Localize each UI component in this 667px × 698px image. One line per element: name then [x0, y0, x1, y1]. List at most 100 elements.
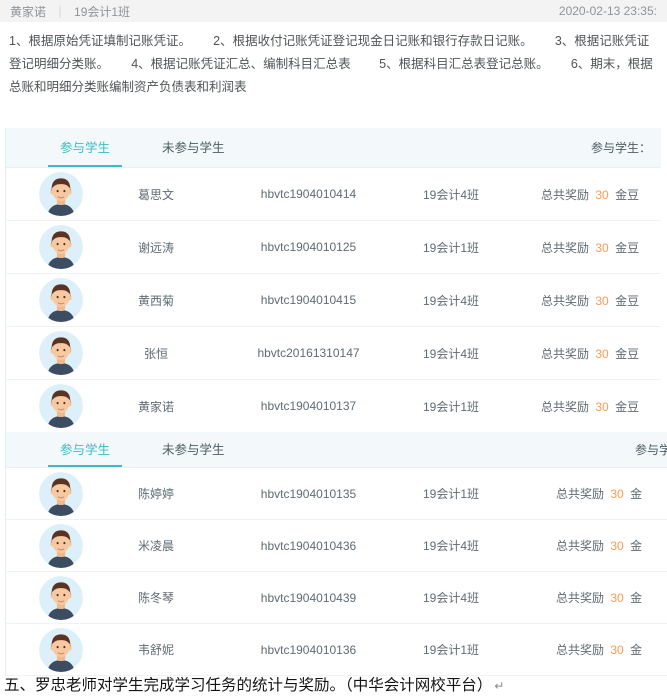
student-avatar-icon — [39, 472, 83, 516]
student-row: 谢远涛 hbvtc1904010125 19会计1班 总共奖励 30 金豆 — [6, 221, 661, 274]
reward-unit: 金豆 — [615, 400, 639, 414]
student-id: hbvtc1904010436 — [196, 539, 421, 553]
reward-value: 30 — [595, 347, 608, 361]
avatar-cell — [6, 225, 116, 269]
student-list-card: 参与学生 未参与学生 参与学生： — [5, 432, 667, 676]
user-info: 黄家诺 ｜ 19会计1班 — [10, 3, 130, 20]
reward-value: 30 — [610, 591, 623, 605]
reward-value: 30 — [595, 241, 608, 255]
reward-unit: 金 — [630, 487, 642, 501]
student-id: hbvtc1904010439 — [196, 591, 421, 605]
avatar-cell — [6, 472, 116, 516]
student-row: 张恒 hbvtc20161310147 19会计4班 总共奖励 30 金豆 — [6, 327, 661, 380]
student-id: hbvtc1904010135 — [196, 487, 421, 501]
reward-unit: 金豆 — [615, 241, 639, 255]
caption-text: 五、罗忠老师对学生完成学习任务的统计与奖励。（中华会计网校平台） — [4, 677, 492, 694]
reward-unit: 金 — [630, 539, 642, 553]
student-row: 陈婷婷 hbvtc1904010135 19会计1班 总共奖励 30 金 — [6, 468, 667, 520]
tab-bar: 参与学生未参与学生 参与学生： — [6, 128, 661, 168]
reward-unit: 金 — [630, 643, 642, 657]
student-avatar-icon — [39, 225, 83, 269]
student-class: 19会计1班 — [421, 485, 481, 502]
student-avatar-icon — [39, 384, 83, 428]
document-caption: 五、罗忠老师对学生完成学习任务的统计与奖励。（中华会计网校平台）↵ — [4, 673, 667, 695]
student-avatar-icon — [39, 331, 83, 375]
reward-prefix: 总共奖励 — [541, 347, 589, 361]
avatar-cell — [6, 524, 116, 568]
student-reward: 总共奖励 30 金豆 — [481, 186, 661, 203]
current-user-name: 黄家诺 — [10, 3, 46, 20]
student-reward: 总共奖励 30 金豆 — [481, 398, 661, 415]
student-reward: 总共奖励 30 金豆 — [481, 292, 661, 309]
student-avatar-icon — [39, 278, 83, 322]
student-name: 黄家诺 — [116, 398, 196, 415]
student-name: 葛思文 — [116, 186, 196, 203]
student-name: 谢远涛 — [116, 239, 196, 256]
student-name: 米凌晨 — [116, 537, 196, 554]
section-right-label: 参与学生： — [591, 128, 651, 167]
current-user-class: 19会计1班 — [74, 3, 130, 20]
reward-value: 30 — [595, 188, 608, 202]
student-class: 19会计1班 — [421, 641, 481, 658]
student-reward: 总共奖励 30 金 — [481, 485, 667, 502]
student-reward: 总共奖励 30 金 — [481, 537, 667, 554]
timestamp: 2020-02-13 23:35: — [559, 4, 657, 18]
student-class: 19会计4班 — [421, 537, 481, 554]
window-topbar: 黄家诺 ｜ 19会计1班 2020-02-13 23:35: — [0, 0, 667, 22]
student-avatar-icon — [39, 524, 83, 568]
reward-unit: 金 — [630, 591, 642, 605]
separator: ｜ — [54, 3, 66, 20]
reward-unit: 金豆 — [615, 294, 639, 308]
student-name: 张恒 — [116, 345, 196, 362]
tab-not-participating-students[interactable]: 未参与学生 — [160, 128, 227, 167]
reward-unit: 金豆 — [615, 347, 639, 361]
student-class: 19会计4班 — [421, 186, 481, 203]
student-class: 19会计1班 — [421, 398, 481, 415]
student-list-card: 参与学生未参与学生 参与学生： — [5, 128, 661, 433]
student-avatar-icon — [39, 628, 83, 672]
tab-not-participating-students[interactable]: 未参与学生 — [160, 432, 227, 467]
student-reward: 总共奖励 30 金豆 — [481, 345, 661, 362]
reward-prefix: 总共奖励 — [541, 188, 589, 202]
student-id: hbvtc1904010137 — [196, 399, 421, 413]
reward-value: 30 — [595, 294, 608, 308]
reward-value: 30 — [595, 400, 608, 414]
student-id: hbvtc1904010414 — [196, 187, 421, 201]
avatar-cell — [6, 331, 116, 375]
student-class: 19会计4班 — [421, 292, 481, 309]
student-name: 黄西菊 — [116, 292, 196, 309]
avatar-cell — [6, 384, 116, 428]
student-row: 米凌晨 hbvtc1904010436 19会计4班 总共奖励 30 金 — [6, 520, 667, 572]
avatar-cell — [6, 172, 116, 216]
student-avatar-icon — [39, 172, 83, 216]
student-id: hbvtc1904010415 — [196, 293, 421, 307]
line-break-mark: ↵ — [494, 679, 504, 693]
student-name: 韦舒妮 — [116, 641, 196, 658]
reward-prefix: 总共奖励 — [541, 294, 589, 308]
student-reward: 总共奖励 30 金 — [481, 589, 667, 606]
student-rows: 陈婷婷 hbvtc1904010135 19会计1班 总共奖励 30 金 — [6, 468, 667, 676]
student-row: 韦舒妮 hbvtc1904010136 19会计1班 总共奖励 30 金 — [6, 624, 667, 676]
avatar-cell — [6, 278, 116, 322]
student-reward: 总共奖励 30 金 — [481, 641, 667, 658]
reward-prefix: 总共奖励 — [556, 591, 604, 605]
student-id: hbvtc1904010125 — [196, 240, 421, 254]
reward-prefix: 总共奖励 — [556, 643, 604, 657]
student-id: hbvtc1904010136 — [196, 643, 421, 657]
tab-participating-students[interactable]: 参与学生 — [48, 128, 122, 167]
student-name: 陈婷婷 — [116, 485, 196, 502]
tab-bar: 参与学生 未参与学生 参与学生： — [6, 432, 667, 468]
reward-value: 30 — [610, 487, 623, 501]
student-rows: 葛思文 hbvtc1904010414 19会计4班 总共奖励 30 金豆 — [6, 168, 661, 433]
student-name: 陈冬琴 — [116, 589, 196, 606]
student-avatar-icon — [39, 576, 83, 620]
student-row: 黄家诺 hbvtc1904010137 19会计1班 总共奖励 30 金豆 — [6, 380, 661, 433]
student-reward: 总共奖励 30 金豆 — [481, 239, 661, 256]
tab-participating-students[interactable]: 参与学生 — [48, 432, 122, 467]
reward-value: 30 — [610, 643, 623, 657]
section-right-label: 参与学生： — [635, 432, 667, 467]
reward-prefix: 总共奖励 — [541, 400, 589, 414]
avatar-cell — [6, 576, 116, 620]
student-row: 陈冬琴 hbvtc1904010439 19会计4班 总共奖励 30 金 — [6, 572, 667, 624]
reward-prefix: 总共奖励 — [556, 487, 604, 501]
